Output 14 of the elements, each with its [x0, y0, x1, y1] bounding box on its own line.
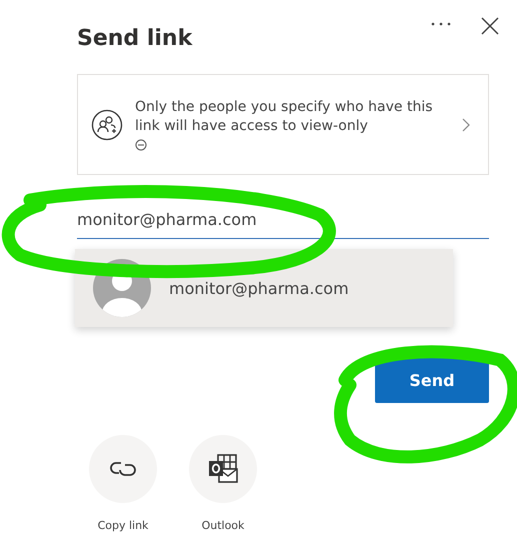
- dialog-title: Send link: [77, 26, 194, 51]
- permission-card[interactable]: Only the people you specify who have this link will have access to view-only: [77, 74, 489, 175]
- minus-circle-icon: [135, 139, 147, 151]
- link-icon: [109, 459, 137, 479]
- share-option-label: Copy link: [98, 519, 148, 532]
- mail-grid-icon: [207, 453, 239, 485]
- share-option-label: Outlook: [202, 519, 244, 532]
- more-options-icon[interactable]: [431, 22, 451, 26]
- close-icon[interactable]: [481, 17, 499, 35]
- people-icon: [91, 108, 123, 140]
- send-button[interactable]: Send: [375, 358, 489, 403]
- chevron-right-icon: [462, 118, 470, 132]
- permission-text: Only the people you specify who have this link will have access to view-only: [135, 99, 433, 134]
- recipient-field[interactable]: monitor@pharma.com: [77, 210, 489, 239]
